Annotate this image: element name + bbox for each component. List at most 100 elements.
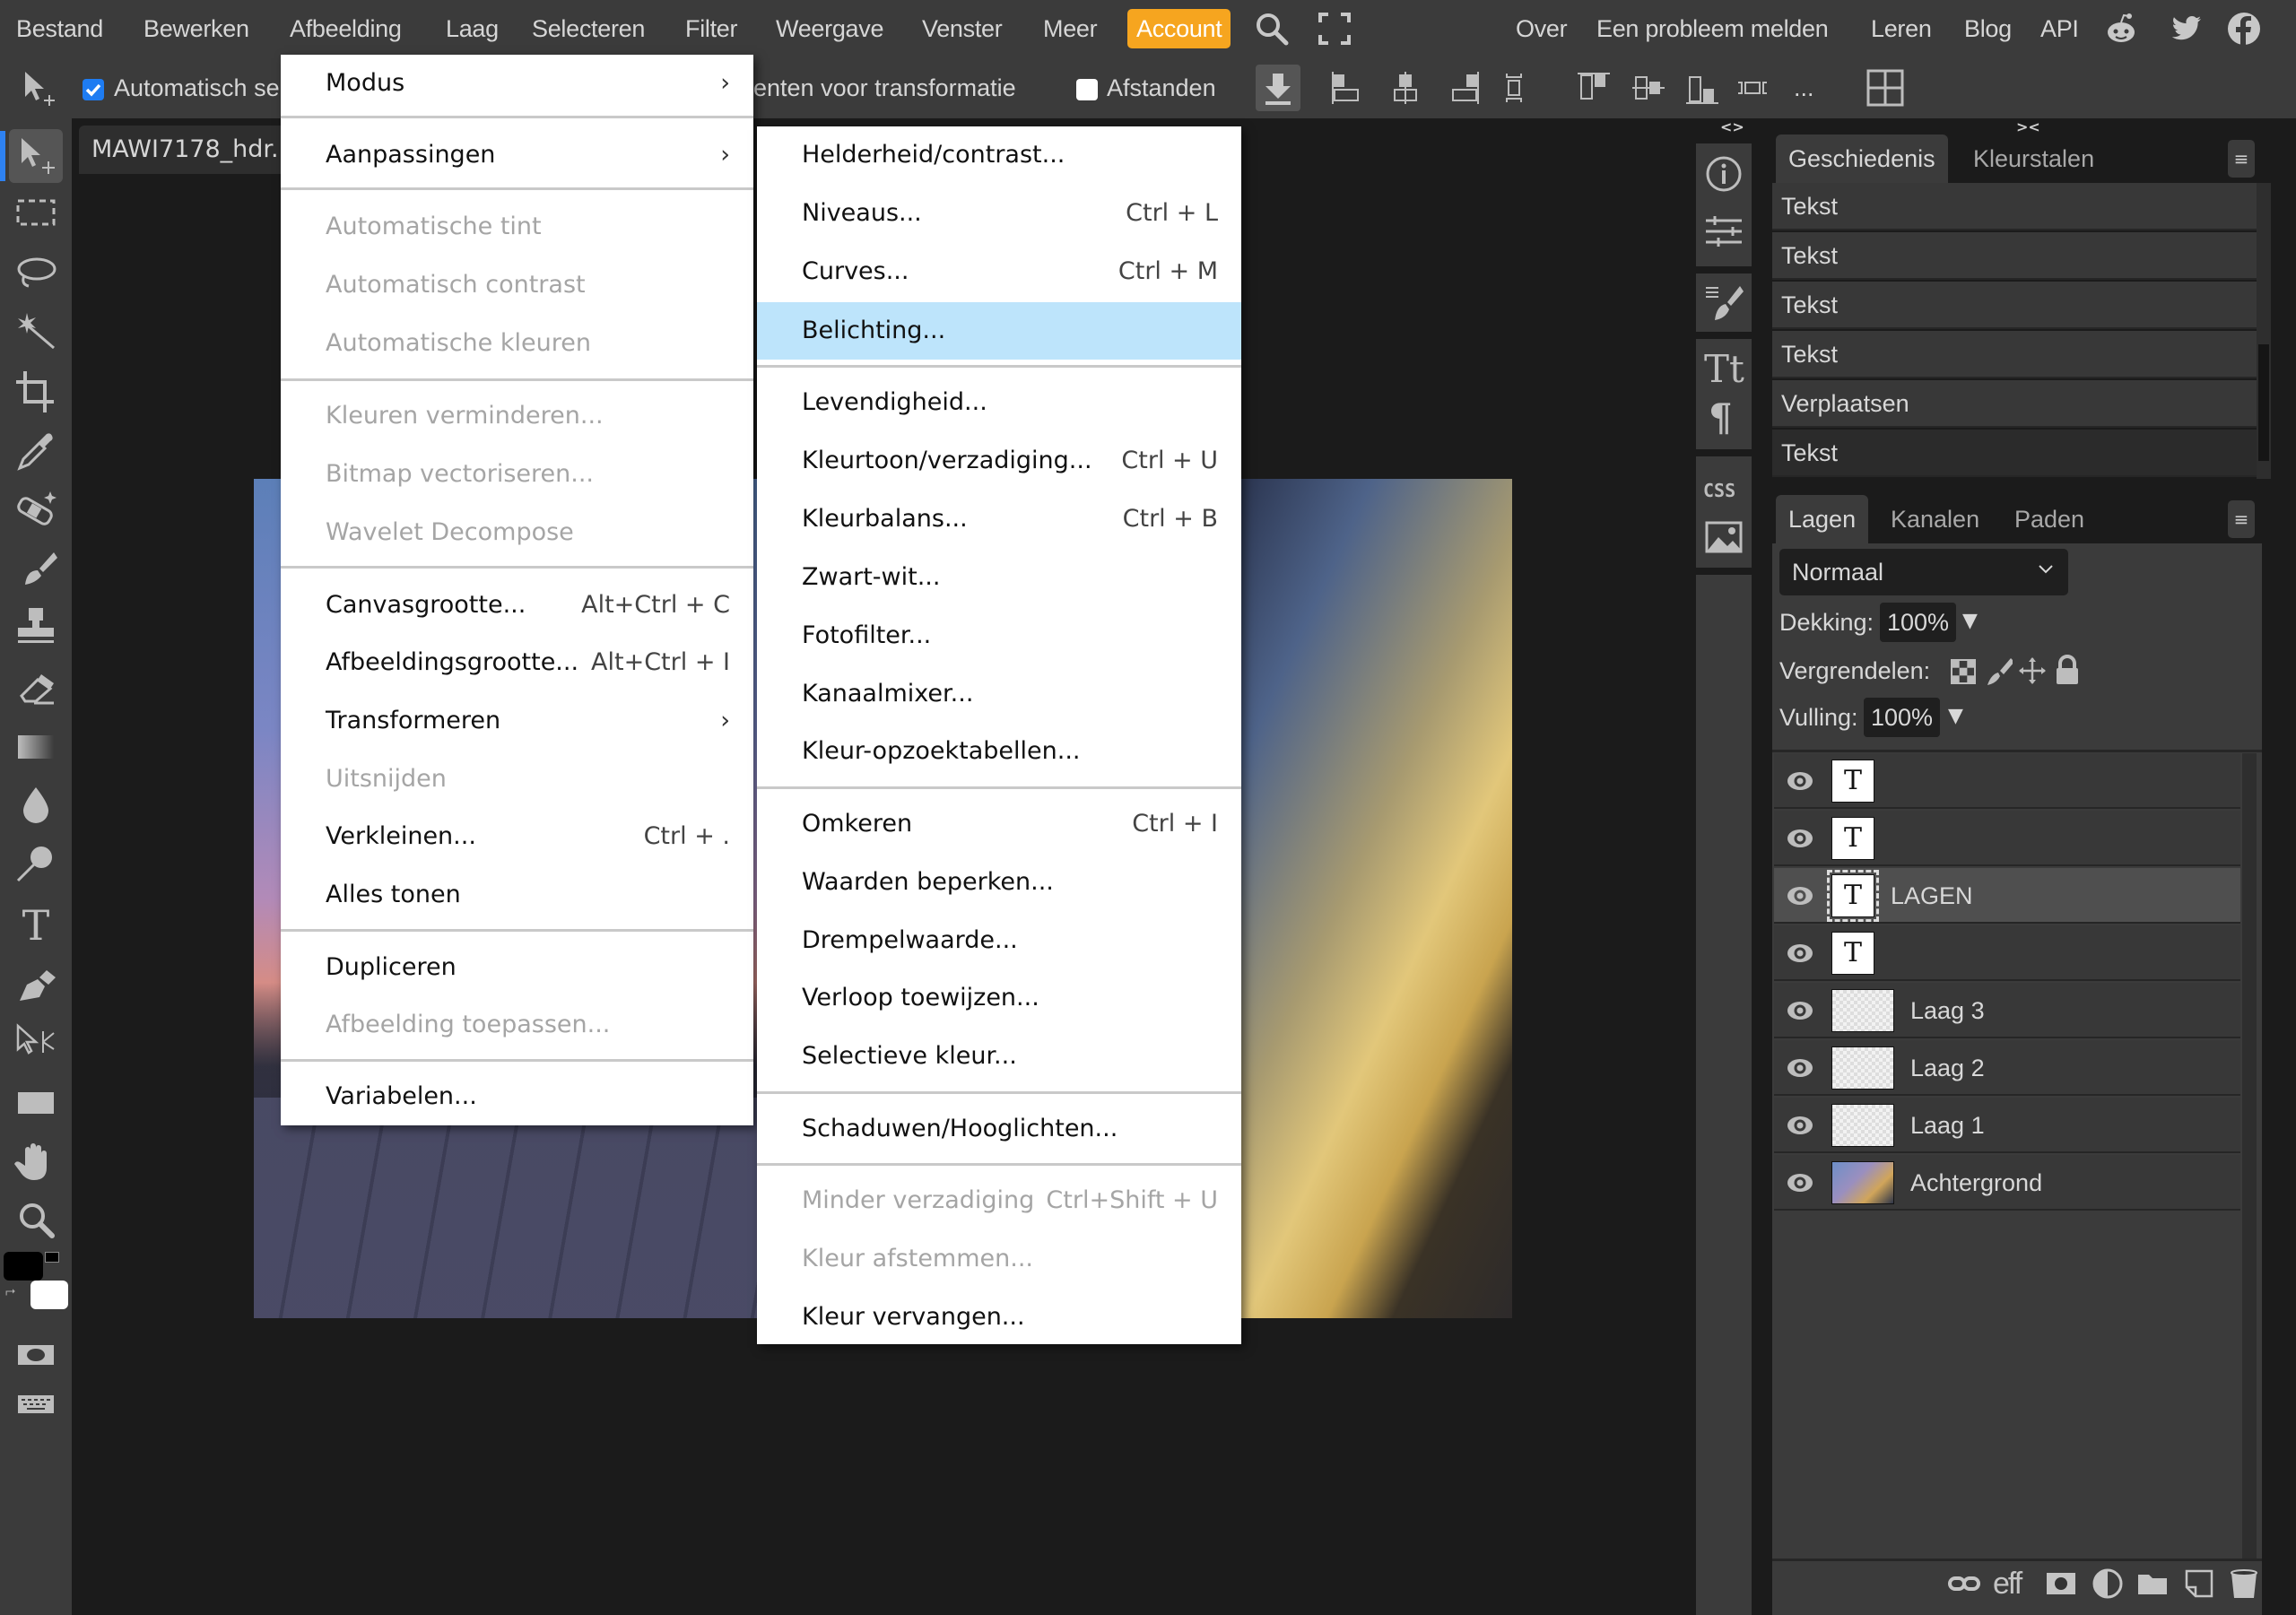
expand-panels-toggle[interactable]: <> (1720, 118, 1744, 135)
link-api[interactable]: API (2040, 9, 2079, 48)
history-entry-current[interactable]: Tekst (1772, 430, 2257, 477)
css-icon[interactable]: CSS (1703, 471, 1743, 510)
submenu-item-levels[interactable]: Niveaus... Ctrl + L (757, 185, 1241, 242)
submenu-item-exposure[interactable]: Belichting... (757, 302, 1241, 360)
adjustment-layer-icon[interactable] (2090, 1567, 2126, 1600)
submenu-item-color-lookup[interactable]: Kleur-opzoektabellen... (757, 723, 1241, 780)
visibility-eye-icon[interactable] (1787, 826, 1813, 851)
history-scrollbar-thumb[interactable] (2258, 344, 2269, 461)
history-scrollbar[interactable] (2257, 183, 2271, 479)
align-left-icon[interactable] (1329, 70, 1365, 106)
layer-row[interactable]: Laag 2 (1774, 1040, 2240, 1096)
submenu-item-posterize[interactable]: Waarden beperken... (757, 854, 1241, 911)
submenu-item-brightness-contrast[interactable]: Helderheid/contrast... (757, 126, 1241, 184)
link-over[interactable]: Over (1516, 9, 1568, 48)
collapse-panels-toggle[interactable]: >< (2016, 118, 2040, 135)
tool-blur[interactable] (9, 780, 63, 834)
tool-eyedropper[interactable] (9, 425, 63, 479)
align-center-h-icon[interactable] (1387, 70, 1423, 106)
tool-hand[interactable] (9, 1135, 63, 1189)
lock-all-icon[interactable] (2054, 655, 2081, 685)
menu-item-modus[interactable]: Modus › (281, 55, 753, 112)
tool-shape[interactable] (9, 1076, 63, 1130)
link-icon[interactable] (1946, 1567, 1982, 1600)
reddit-icon[interactable] (2103, 11, 2139, 47)
trash-icon[interactable] (2226, 1567, 2262, 1600)
visibility-eye-icon[interactable] (1787, 1170, 1813, 1195)
tab-geschiedenis[interactable]: Geschiedenis (1776, 135, 1948, 183)
tool-eraser[interactable] (9, 662, 63, 716)
visibility-eye-icon[interactable] (1787, 1113, 1813, 1138)
adjustments-sliders-icon[interactable] (1704, 212, 1744, 251)
twitter-icon[interactable] (2169, 11, 2205, 47)
distribute-h-icon[interactable] (1735, 70, 1770, 106)
account-button[interactable]: Account (1127, 9, 1231, 48)
tab-kleurstalen[interactable]: Kleurstalen (1961, 135, 2107, 183)
menu-weergave[interactable]: Weergave (776, 9, 883, 48)
mask-icon[interactable] (2043, 1567, 2079, 1600)
foreground-color-swatch[interactable] (4, 1252, 43, 1281)
submenu-item-vibrance[interactable]: Levendigheid... (757, 374, 1241, 431)
history-entry[interactable]: Tekst (1772, 331, 2257, 378)
layer-row[interactable]: Laag 3 (1774, 983, 2240, 1038)
submenu-item-threshold[interactable]: Drempelwaarde... (757, 912, 1241, 969)
menu-item-reveal-all[interactable]: Alles tonen (281, 866, 753, 924)
tool-path-select[interactable] (9, 1017, 63, 1071)
brush-settings-icon[interactable] (1704, 282, 1744, 322)
tab-kanalen[interactable]: Kanalen (1878, 495, 1992, 543)
tool-magic-wand[interactable] (9, 307, 63, 360)
submenu-item-selective-color[interactable]: Selectieve kleur... (757, 1028, 1241, 1085)
visibility-eye-icon[interactable] (1787, 768, 1813, 794)
layer-row[interactable]: T (1774, 811, 2240, 866)
submenu-item-curves[interactable]: Curves... Ctrl + M (757, 243, 1241, 300)
tool-quick-mask[interactable] (9, 1329, 63, 1383)
menu-selecteren[interactable]: Selecteren (532, 9, 645, 48)
auto-select-checkbox[interactable] (83, 79, 104, 100)
folder-icon[interactable] (2135, 1567, 2170, 1600)
visibility-eye-icon[interactable] (1787, 883, 1813, 908)
character-icon[interactable]: Tt (1704, 350, 1744, 389)
tool-lasso[interactable] (9, 247, 63, 301)
tab-lagen[interactable]: Lagen (1776, 495, 1869, 543)
history-entry[interactable]: Tekst (1772, 232, 2257, 280)
align-top-icon[interactable] (1576, 70, 1612, 106)
download-icon[interactable] (1256, 65, 1300, 111)
layer-row-selected[interactable]: T LAGEN (1774, 868, 2240, 924)
distribute-v-icon[interactable] (1496, 70, 1532, 106)
history-entry[interactable]: Tekst (1772, 183, 2257, 230)
document-tab[interactable]: MAWI7178_hdr.p (79, 126, 303, 174)
swap-colors-icon[interactable]: ⮣ (5, 1284, 27, 1306)
layer-row[interactable]: Achtergrond (1774, 1155, 2240, 1211)
align-middle-icon[interactable] (1631, 70, 1666, 106)
visibility-eye-icon[interactable] (1787, 1055, 1813, 1081)
submenu-item-color-balance[interactable]: Kleurbalans... Ctrl + B (757, 491, 1241, 548)
history-panel-menu-icon[interactable]: ≡ (2228, 140, 2255, 178)
history-entry[interactable]: Verplaatsen (1772, 380, 2257, 428)
layers-scrollbar[interactable] (2242, 753, 2257, 1560)
submenu-item-replace-color[interactable]: Kleur vervangen... (757, 1289, 1241, 1346)
paragraph-icon[interactable]: ¶ (1709, 398, 1748, 438)
opacity-dropdown-icon[interactable]: ▼ (1962, 610, 1978, 632)
menu-item-shrink[interactable]: Verkleinen... Ctrl + . (281, 808, 753, 865)
tool-zoom[interactable] (9, 1194, 63, 1248)
effects-icon[interactable]: eff (1993, 1567, 2029, 1600)
menu-bestand[interactable]: Bestand (16, 9, 103, 48)
tool-keyboard[interactable] (9, 1377, 63, 1431)
distances-checkbox[interactable] (1076, 79, 1098, 100)
layer-row[interactable]: T (1774, 925, 2240, 981)
search-icon[interactable] (1254, 11, 1290, 47)
tab-paden[interactable]: Paden (2002, 495, 2097, 543)
new-layer-icon[interactable] (2181, 1567, 2217, 1600)
fill-input[interactable]: 100% (1864, 698, 1941, 737)
tool-dodge[interactable] (9, 839, 63, 893)
submenu-item-gradient-map[interactable]: Verloop toewijzen... (757, 969, 1241, 1027)
submenu-item-invert[interactable]: Omkeren Ctrl + I (757, 795, 1241, 853)
submenu-item-shadows-highlights[interactable]: Schaduwen/Hooglichten... (757, 1100, 1241, 1158)
menu-afbeelding[interactable]: Afbeelding (290, 9, 402, 48)
menu-meer[interactable]: Meer (1043, 9, 1098, 48)
blend-mode-select[interactable]: Normaal (1779, 549, 2068, 595)
menu-venster[interactable]: Venster (922, 9, 1003, 48)
visibility-eye-icon[interactable] (1787, 941, 1813, 966)
link-blog[interactable]: Blog (1964, 9, 2012, 48)
menu-item-image-size[interactable]: Afbeeldingsgrootte... Alt+Ctrl + I (281, 634, 753, 691)
